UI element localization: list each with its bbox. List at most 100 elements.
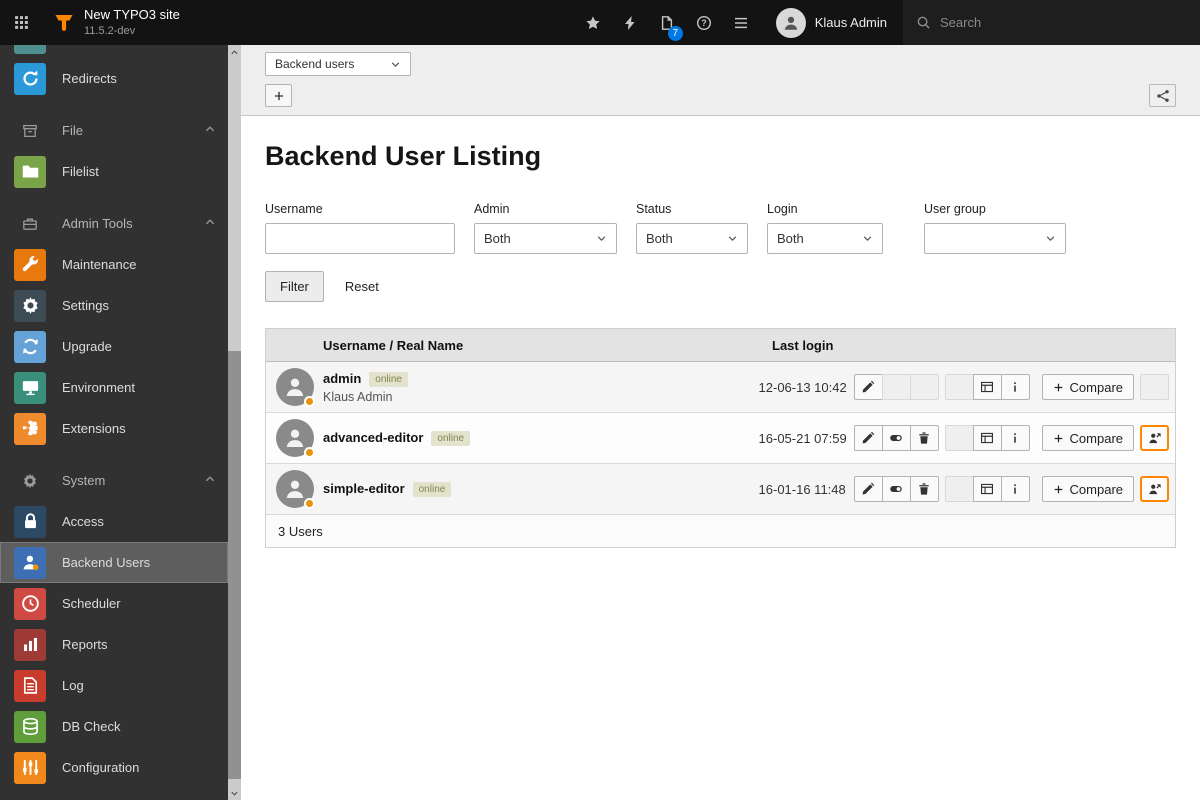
sidebar-item-label: Upgrade [62,339,112,354]
sidebar-item-filelist[interactable]: Filelist [0,151,228,192]
help-button[interactable]: ? [686,0,723,45]
user-row-admin: admin online Klaus Admin 12-06-13 10:42 Comp… [266,362,1175,413]
status-filter-select[interactable]: Both [636,223,748,254]
sidebar-item-settings[interactable]: Settings [0,285,228,326]
info-button[interactable] [1000,374,1030,400]
compare-button[interactable]: Compare [1041,476,1134,502]
sidebar-section-file[interactable]: File [0,110,228,151]
unlock-button-disabled [944,374,974,400]
edit-button[interactable] [853,476,883,502]
row-actions: Compare [853,374,1175,400]
info-button[interactable] [1000,425,1030,451]
admin-filter-select[interactable]: Both [474,223,617,254]
sidebar-section-system[interactable]: System [0,460,228,501]
chevron-down-icon [596,233,607,244]
gear-icon [22,473,38,489]
switch-user-button[interactable] [1140,425,1169,451]
plus-icon [1053,433,1064,444]
sidebar-section-admin-tools[interactable]: Admin Tools [0,203,228,244]
main-layout: Redirects File Filelist Admin Tools Maintena… [0,45,1200,800]
wrench-icon [21,255,40,274]
sidebar-scrollbar[interactable] [228,45,241,800]
compare-button[interactable]: Compare [1041,425,1134,451]
search-bar [903,0,1200,45]
sidebar-item-log[interactable]: Log [0,665,228,706]
module-function-select[interactable]: Backend users [265,52,411,76]
sidebar-section-label: Admin Tools [62,216,133,231]
unlock-button-disabled [944,425,974,451]
bookmarks-button[interactable] [575,0,612,45]
new-record-button[interactable] [265,84,292,107]
toggle-icon [889,431,903,445]
plus-icon [1053,484,1064,495]
reset-button[interactable]: Reset [333,271,391,302]
login-filter-select[interactable]: Both [767,223,883,254]
page-title: Backend User Listing [265,141,542,171]
sidebar-item-label: Extensions [62,421,126,436]
docheader: Backend users [241,45,1200,116]
user-row-advanced-editor: advanced-editor online 16-05-21 07:59 Compa… [266,413,1175,464]
filter-button[interactable]: Filter [265,271,324,302]
scroll-down-button[interactable] [228,786,241,800]
sidebar-item-configuration[interactable]: Configuration [0,747,228,788]
sidebar-item-redirects[interactable]: Redirects [0,58,228,99]
switch-user-button[interactable] [1140,476,1169,502]
sidebar-item-label: Log [62,678,84,693]
person-icon [782,14,800,32]
sliders-icon [21,758,40,777]
info-button[interactable] [1000,476,1030,502]
clear-cache-button[interactable] [612,0,649,45]
show-records-button[interactable] [972,374,1002,400]
status-dot [304,447,315,458]
logdoc-icon [21,676,40,695]
search-input[interactable] [940,15,1187,30]
plus-icon [273,90,285,102]
typo3-logo [54,13,74,33]
sidebar-item-access[interactable]: Access [0,501,228,542]
user-avatar [266,470,323,509]
switchuser-icon [1148,482,1162,496]
sidebar-item-backend-users[interactable]: Backend Users [0,542,228,583]
scrollbar-thumb[interactable] [228,351,241,779]
delete-button[interactable] [909,476,939,502]
edit-button[interactable] [853,374,883,400]
scroll-up-button[interactable] [228,45,241,59]
sidebar-item-environment[interactable]: Environment [0,367,228,408]
sidebar-item-reports[interactable]: Reports [0,624,228,665]
sidebar-item-scheduler[interactable]: Scheduler [0,583,228,624]
delete-button-disabled [909,374,939,400]
filter-form: Username Admin Both Status Both Login Bo… [265,202,1176,254]
system-information-button[interactable] [723,0,760,45]
info-icon [1008,482,1022,496]
usergroup-filter-select[interactable] [924,223,1066,254]
user-menu[interactable]: Klaus Admin [760,0,903,45]
delete-button[interactable] [909,425,939,451]
bolt-icon [622,15,638,31]
status-filter-label: Status [636,202,672,216]
chevron-down-icon [390,59,401,70]
sidebar-item-maintenance[interactable]: Maintenance [0,244,228,285]
toggle-visibility-button[interactable] [881,425,911,451]
sidebar-item-db-check[interactable]: DB Check [0,706,228,747]
sidebar-item-extensions[interactable]: Extensions [0,408,228,449]
sidebar-item-hidden-module[interactable] [0,45,228,58]
module-body: Backend User Listing Username Admin Both… [241,116,1200,573]
clock-icon [21,594,40,613]
online-badge: online [369,371,408,387]
share-button[interactable] [1149,84,1176,107]
opened-documents-button[interactable]: 7 [649,0,686,45]
admin-filter-value: Both [484,231,511,246]
sidebar-item-upgrade[interactable]: Upgrade [0,326,228,367]
edit-button[interactable] [853,425,883,451]
show-records-button[interactable] [972,425,1002,451]
opened-documents-badge: 7 [667,26,683,41]
username-filter-input[interactable] [265,223,455,254]
sidebar-item-label: Maintenance [62,257,137,272]
plus-icon [1053,382,1064,393]
compare-button[interactable]: Compare [1041,374,1134,400]
chevron-down-icon [1045,233,1056,244]
person-icon [283,477,307,501]
modulemenu-toggle-button[interactable] [0,0,42,45]
show-records-button[interactable] [972,476,1002,502]
toggle-visibility-button[interactable] [881,476,911,502]
